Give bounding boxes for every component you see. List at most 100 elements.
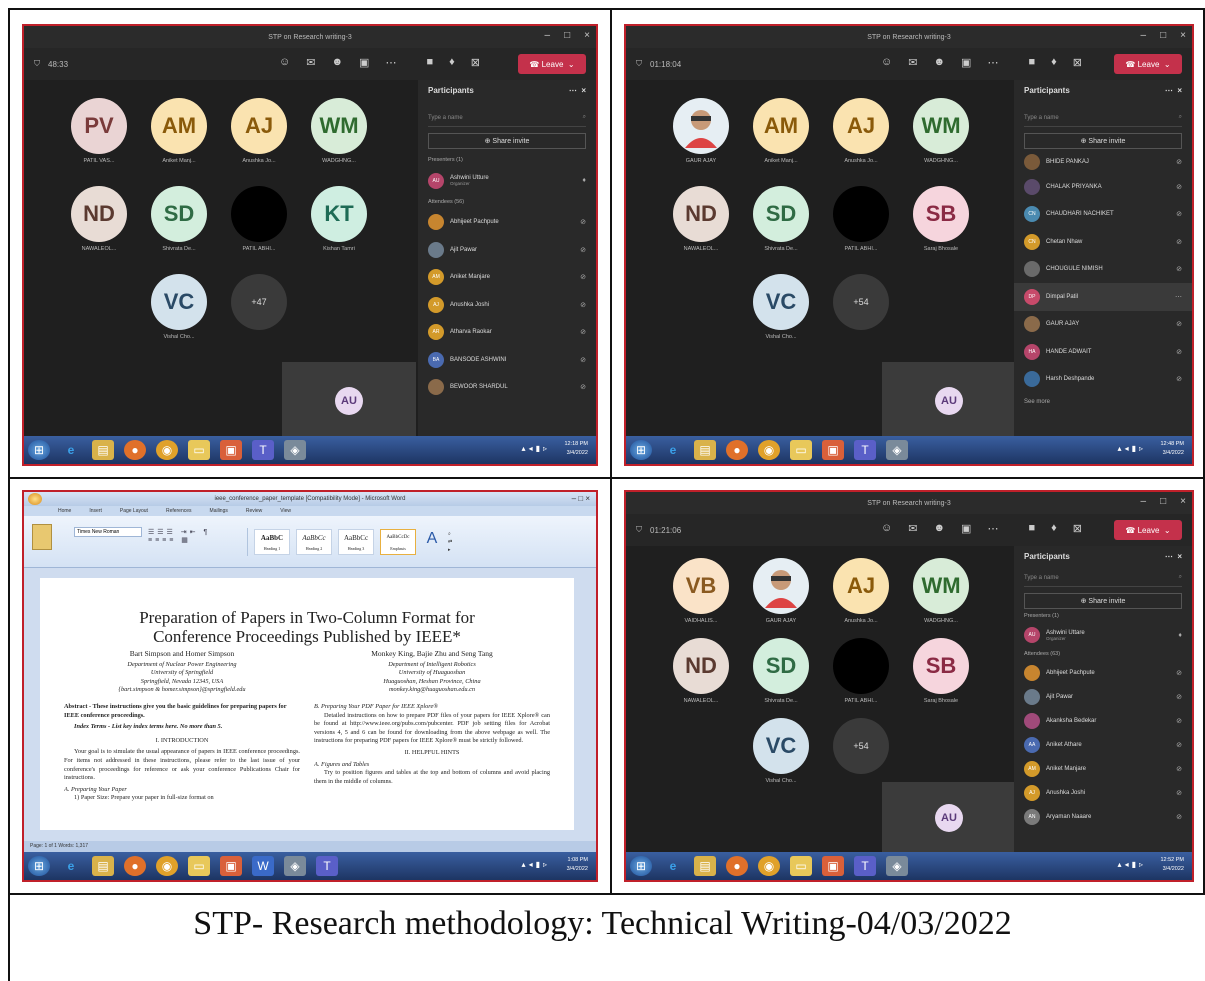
folder-icon[interactable]: ▭: [188, 440, 210, 460]
chat-icon[interactable]: ✉: [306, 56, 315, 69]
participant-tile[interactable]: WM WADGHNG...: [911, 98, 971, 164]
participant-row[interactable]: AR Atharva Raokar ⊘: [428, 319, 586, 347]
participant-row[interactable]: CN Chetan Nhaw ⊘: [1024, 228, 1182, 256]
participant-tile[interactable]: SD Shivrata De...: [751, 186, 811, 252]
participant-search[interactable]: Type a name ⌕: [1024, 569, 1182, 587]
participant-search[interactable]: Type a name ⌕: [1024, 109, 1182, 127]
participant-tile[interactable]: SD Shivrata De...: [751, 638, 811, 704]
firefox-icon[interactable]: ●: [726, 440, 748, 460]
people-icon[interactable]: ☺: [279, 56, 290, 69]
tray-icons[interactable]: ▴◂▮▹: [1118, 860, 1146, 869]
participant-row[interactable]: BEWOOR SHARDUL ⊘: [428, 374, 586, 402]
participant-tile[interactable]: PATIL ABHI...: [831, 186, 891, 252]
mic-icon[interactable]: ♦: [449, 56, 455, 69]
tab-home[interactable]: Home: [58, 508, 71, 514]
office-button-icon[interactable]: [28, 493, 42, 505]
participant-tile[interactable]: PATIL ABHI...: [229, 186, 289, 252]
participant-tile[interactable]: SB Saraj Bhosale: [911, 638, 971, 704]
change-styles-icon[interactable]: A: [422, 530, 442, 554]
participant-row[interactable]: Ajit Pawar ⊘: [428, 236, 586, 264]
participant-row[interactable]: AA Aniket Athare ⊘: [1024, 733, 1182, 757]
folder-icon[interactable]: ▭: [790, 856, 812, 876]
participant-row-selected[interactable]: DP Dimpal Patil ⋯: [1014, 283, 1192, 311]
explorer-icon[interactable]: ▤: [694, 856, 716, 876]
share-icon[interactable]: ⊠: [1073, 56, 1082, 69]
more-participants-tile[interactable]: +54: [831, 274, 891, 330]
word-icon[interactable]: W: [252, 856, 274, 876]
tab-page-layout[interactable]: Page Layout: [120, 508, 148, 514]
tab-references[interactable]: References: [166, 508, 192, 514]
media-icon[interactable]: ◈: [886, 856, 908, 876]
participant-row[interactable]: AM Aniket Manjare ⊘: [428, 264, 586, 292]
people-icon[interactable]: ☺: [881, 522, 892, 535]
participant-tile[interactable]: GAUR AJAY: [671, 98, 731, 164]
share-invite-button[interactable]: ⊕ Share invite: [1024, 593, 1182, 609]
participant-row[interactable]: Akanksha Bedekar ⊘: [1024, 709, 1182, 733]
leave-button[interactable]: ☎ Leave ⌄: [518, 54, 586, 74]
explorer-icon[interactable]: ▤: [92, 856, 114, 876]
close-icon[interactable]: ×: [1177, 552, 1182, 561]
participant-row[interactable]: AJ Anushka Joshi ⊘: [428, 291, 586, 319]
more-icon[interactable]: ⋯: [987, 522, 998, 535]
more-participants-tile[interactable]: +54: [831, 718, 891, 774]
paste-icon[interactable]: [32, 524, 52, 550]
close-icon[interactable]: ×: [584, 30, 590, 41]
rooms-icon[interactable]: ▣: [359, 56, 369, 69]
chevron-down-icon[interactable]: ⌄: [1159, 526, 1171, 535]
ie-icon[interactable]: e: [662, 856, 684, 876]
minimize-icon[interactable]: –: [1141, 496, 1147, 507]
participant-row[interactable]: Abhijeet Pachpute ⊘: [428, 209, 586, 237]
participant-tile[interactable]: ND NAWALEOL...: [671, 186, 731, 252]
participant-tile[interactable]: PV PATIL VAS...: [69, 98, 129, 164]
participant-search[interactable]: Type a name ⌕: [428, 109, 586, 127]
participant-row[interactable]: Ajit Pawar ⊘: [1024, 685, 1182, 709]
reactions-icon[interactable]: ☻: [331, 56, 343, 69]
participant-row[interactable]: AU Ashwini Utture Organizer ♦: [428, 167, 586, 195]
share-invite-button[interactable]: ⊕ Share invite: [428, 133, 586, 149]
chat-icon[interactable]: ✉: [908, 56, 917, 69]
ie-icon[interactable]: e: [60, 440, 82, 460]
chrome-icon[interactable]: ◉: [758, 440, 780, 460]
ie-icon[interactable]: e: [60, 856, 82, 876]
close-icon[interactable]: ×: [1177, 86, 1182, 95]
participant-row[interactable]: GAUR AJAY ⊘: [1024, 311, 1182, 339]
participant-tile[interactable]: AJ Anushka Jo...: [831, 558, 891, 624]
style-heading-3[interactable]: AaBbCc Heading 3: [338, 528, 374, 555]
more-icon[interactable]: ⋯: [569, 86, 577, 95]
explorer-icon[interactable]: ▤: [694, 440, 716, 460]
tab-mailings[interactable]: Mailings: [210, 508, 228, 514]
participant-tile[interactable]: VC Vishal Cho...: [149, 274, 209, 340]
more-icon[interactable]: ⋯: [1165, 86, 1173, 95]
ie-icon[interactable]: e: [662, 440, 684, 460]
participant-tile[interactable]: ND NAWALEOL...: [671, 638, 731, 704]
participant-row[interactable]: Abhijeet Pachpute ⊘: [1024, 661, 1182, 685]
participant-tile[interactable]: AM Aniket Manj...: [751, 98, 811, 164]
leave-button[interactable]: ☎ Leave ⌄: [1114, 54, 1182, 74]
start-button-icon[interactable]: ⊞: [630, 856, 652, 876]
close-icon[interactable]: ×: [1180, 496, 1186, 507]
more-participants-tile[interactable]: +47: [229, 274, 289, 330]
firefox-icon[interactable]: ●: [726, 856, 748, 876]
document-page[interactable]: Preparation of Papers in Two-Column Form…: [40, 578, 574, 830]
people-icon[interactable]: ☺: [881, 56, 892, 69]
chrome-icon[interactable]: ◉: [758, 856, 780, 876]
participant-row[interactable]: CHALAK PRIYANKA ⊘: [1024, 173, 1182, 201]
leave-button[interactable]: ☎ Leave ⌄: [1114, 520, 1182, 540]
rooms-icon[interactable]: ▣: [961, 56, 971, 69]
share-icon[interactable]: ⊠: [471, 56, 480, 69]
participant-row[interactable]: AM Aniket Manjare ⊘: [1024, 757, 1182, 781]
teams-icon[interactable]: T: [854, 856, 876, 876]
folder-icon[interactable]: ▭: [790, 440, 812, 460]
more-icon[interactable]: ⋯: [385, 56, 396, 69]
tab-view[interactable]: View: [280, 508, 291, 514]
mic-icon[interactable]: ♦: [1051, 56, 1057, 69]
participant-tile[interactable]: ND NAWALEOL...: [69, 186, 129, 252]
rooms-icon[interactable]: ▣: [961, 522, 971, 535]
tray-icons[interactable]: ▴◂▮▹: [522, 444, 550, 453]
tab-review[interactable]: Review: [246, 508, 262, 514]
participant-tile[interactable]: VC Vishal Cho...: [751, 718, 811, 784]
participant-tile[interactable]: SD Shivrata De...: [149, 186, 209, 252]
participant-tile[interactable]: VC Vishal Cho...: [751, 274, 811, 340]
firefox-icon[interactable]: ●: [124, 440, 146, 460]
chevron-down-icon[interactable]: ⌄: [1159, 60, 1171, 69]
